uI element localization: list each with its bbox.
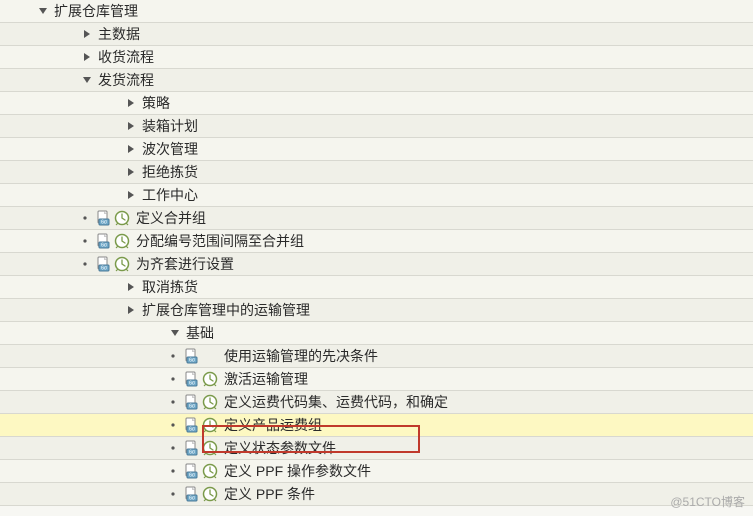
tree-node[interactable]: 基础 bbox=[0, 322, 753, 345]
document-icon bbox=[96, 256, 112, 272]
caret-right-icon[interactable] bbox=[80, 27, 94, 41]
tree-node[interactable]: 为齐套进行设置 bbox=[0, 253, 753, 276]
caret-down-icon[interactable] bbox=[36, 4, 50, 18]
tree-node-label: 工作中心 bbox=[142, 185, 198, 205]
caret-right-icon[interactable] bbox=[124, 96, 138, 110]
caret-right-icon[interactable] bbox=[124, 280, 138, 294]
tree-node[interactable]: 装箱计划 bbox=[0, 115, 753, 138]
bullet-icon bbox=[78, 234, 92, 248]
tree-node-label: 策略 bbox=[142, 93, 170, 113]
activity-icon bbox=[202, 486, 218, 502]
activity-icon bbox=[114, 233, 130, 249]
bullet-icon bbox=[166, 349, 180, 363]
caret-right-icon[interactable] bbox=[124, 165, 138, 179]
activity-icon bbox=[202, 371, 218, 387]
tree-node-label: 主数据 bbox=[98, 24, 140, 44]
tree-node[interactable]: 波次管理 bbox=[0, 138, 753, 161]
activity-icon bbox=[114, 256, 130, 272]
tree-node[interactable]: 激活运输管理 bbox=[0, 368, 753, 391]
activity-icon bbox=[114, 210, 130, 226]
tree-node[interactable]: 工作中心 bbox=[0, 184, 753, 207]
tree-node[interactable]: 分配编号范围间隔至合并组 bbox=[0, 230, 753, 253]
document-icon bbox=[184, 486, 200, 502]
tree-node-label: 为齐套进行设置 bbox=[136, 254, 234, 274]
tree-node[interactable]: 定义 PPF 操作参数文件 bbox=[0, 460, 753, 483]
activity-icon bbox=[202, 417, 218, 433]
activity-icon bbox=[202, 440, 218, 456]
tree-node[interactable]: 发货流程 bbox=[0, 69, 753, 92]
caret-right-icon[interactable] bbox=[80, 50, 94, 64]
tree-node-label: 激活运输管理 bbox=[224, 369, 308, 389]
bullet-icon bbox=[166, 487, 180, 501]
tree-node-label: 拒绝拣货 bbox=[142, 162, 198, 182]
caret-down-icon[interactable] bbox=[168, 326, 182, 340]
caret-down-icon[interactable] bbox=[80, 73, 94, 87]
tree-node-label: 波次管理 bbox=[142, 139, 198, 159]
tree-node-label: 扩展仓库管理 bbox=[54, 1, 138, 21]
tree-node-label: 定义产品运费组 bbox=[224, 415, 322, 435]
activity-icon bbox=[202, 394, 218, 410]
document-icon bbox=[184, 394, 200, 410]
tree-node[interactable]: 扩展仓库管理中的运输管理 bbox=[0, 299, 753, 322]
bullet-icon bbox=[166, 464, 180, 478]
tree-node[interactable]: 取消拣货 bbox=[0, 276, 753, 299]
tree-node-label: 定义状态参数文件 bbox=[224, 438, 336, 458]
tree-node-label: 分配编号范围间隔至合并组 bbox=[136, 231, 304, 251]
tree-node-label: 取消拣货 bbox=[142, 277, 198, 297]
tree-node[interactable]: 定义产品运费组 bbox=[0, 414, 753, 437]
tree-node[interactable]: 拒绝拣货 bbox=[0, 161, 753, 184]
document-icon bbox=[184, 463, 200, 479]
tree-node-label: 定义 PPF 条件 bbox=[224, 484, 315, 504]
tree-node-label: 收货流程 bbox=[98, 47, 154, 67]
tree-node[interactable]: 定义合并组 bbox=[0, 207, 753, 230]
tree-node-label: 发货流程 bbox=[98, 70, 154, 90]
activity-icon bbox=[202, 463, 218, 479]
document-icon bbox=[184, 371, 200, 387]
bullet-icon bbox=[78, 257, 92, 271]
config-tree: 扩展仓库管理 主数据 收货流程 发货流程 策略 装箱计划 波次管理 拒绝拣货 bbox=[0, 0, 753, 506]
tree-node[interactable]: 策略 bbox=[0, 92, 753, 115]
caret-right-icon[interactable] bbox=[124, 303, 138, 317]
bullet-icon bbox=[166, 395, 180, 409]
bullet-icon bbox=[166, 441, 180, 455]
tree-node[interactable]: 主数据 bbox=[0, 23, 753, 46]
tree-node[interactable]: 定义状态参数文件 bbox=[0, 437, 753, 460]
caret-right-icon[interactable] bbox=[124, 142, 138, 156]
watermark: @51CTO博客 bbox=[670, 493, 745, 510]
bullet-icon bbox=[78, 211, 92, 225]
tree-node[interactable]: 使用运输管理的先决条件 bbox=[0, 345, 753, 368]
tree-node[interactable]: 定义运费代码集、运费代码，和确定 bbox=[0, 391, 753, 414]
caret-right-icon[interactable] bbox=[124, 119, 138, 133]
tree-node-label: 基础 bbox=[186, 323, 214, 343]
tree-node-label: 定义 PPF 操作参数文件 bbox=[224, 461, 371, 481]
document-icon bbox=[96, 210, 112, 226]
tree-node-label: 定义运费代码集、运费代码，和确定 bbox=[224, 392, 448, 412]
document-icon bbox=[184, 348, 200, 364]
tree-node[interactable]: 收货流程 bbox=[0, 46, 753, 69]
tree-node[interactable]: 扩展仓库管理 bbox=[0, 0, 753, 23]
tree-node-label: 定义合并组 bbox=[136, 208, 206, 228]
tree-node-label: 使用运输管理的先决条件 bbox=[224, 346, 378, 366]
document-icon bbox=[184, 440, 200, 456]
tree-node[interactable]: 定义 PPF 条件 bbox=[0, 483, 753, 506]
document-icon bbox=[184, 417, 200, 433]
bullet-icon bbox=[166, 372, 180, 386]
bullet-icon bbox=[166, 418, 180, 432]
document-icon bbox=[96, 233, 112, 249]
tree-node-label: 扩展仓库管理中的运输管理 bbox=[142, 300, 310, 320]
caret-right-icon[interactable] bbox=[124, 188, 138, 202]
tree-node-label: 装箱计划 bbox=[142, 116, 198, 136]
